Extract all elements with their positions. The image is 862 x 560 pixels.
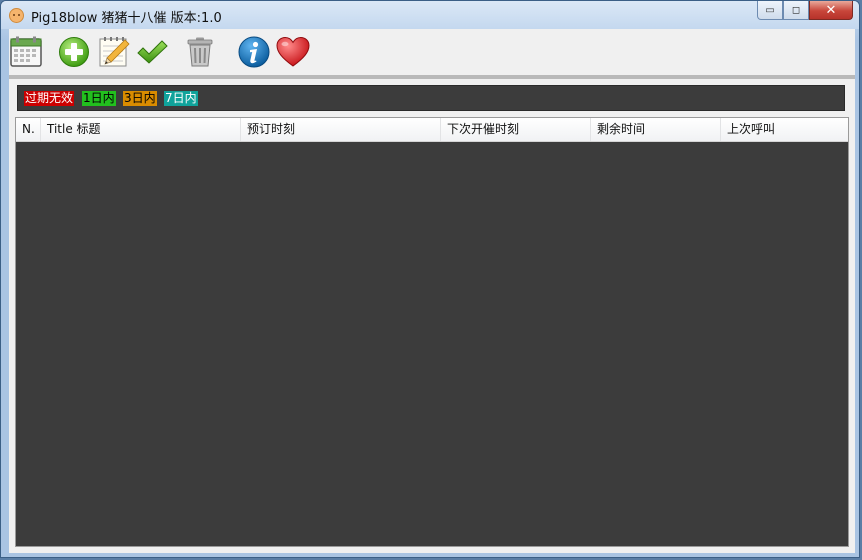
- info-button[interactable]: [237, 35, 271, 69]
- title-bar[interactable]: Pig18blow 猪猪十八催 版本:1.0 ▭ ◻ ✕: [1, 1, 859, 29]
- pencil-notepad-icon: [99, 37, 130, 67]
- checkmark-icon: [137, 40, 168, 64]
- list-header: N. Title 标题 预订时刻 下次开催时刻 剩余时间 上次呼叫: [16, 118, 848, 142]
- delete-button[interactable]: [183, 35, 217, 69]
- close-button[interactable]: ✕: [809, 1, 853, 20]
- done-button[interactable]: [135, 35, 169, 69]
- column-next-remind-time[interactable]: 下次开催时刻: [441, 118, 591, 141]
- status-legend: 过期无效 1日内 3日内 7日内: [17, 85, 845, 111]
- app-window: Pig18blow 猪猪十八催 版本:1.0 ▭ ◻ ✕ 过期无效 1日内 3日…: [0, 0, 860, 558]
- calendar-button[interactable]: [9, 35, 43, 69]
- client-area: 过期无效 1日内 3日内 7日内 N. Title 标题 预订时刻 下次开催时刻…: [9, 29, 855, 553]
- toolbar: [9, 29, 855, 75]
- column-booked-time[interactable]: 预订时刻: [241, 118, 441, 141]
- reminder-list[interactable]: N. Title 标题 预订时刻 下次开催时刻 剩余时间 上次呼叫: [15, 117, 849, 547]
- legend-within-3-days: 3日内: [123, 91, 157, 106]
- legend-within-1-day: 1日内: [82, 91, 116, 106]
- add-button[interactable]: [57, 35, 91, 69]
- column-last-call[interactable]: 上次呼叫: [721, 118, 848, 141]
- trash-icon: [187, 37, 213, 67]
- window-title: Pig18blow 猪猪十八催 版本:1.0: [31, 11, 222, 26]
- window-controls: ▭ ◻ ✕: [757, 1, 853, 20]
- column-title[interactable]: Title 标题: [41, 118, 241, 141]
- heart-icon: [276, 36, 310, 67]
- info-icon: [238, 36, 270, 68]
- calendar-icon: [10, 36, 42, 67]
- maximize-button[interactable]: ◻: [783, 1, 809, 20]
- column-remaining-time[interactable]: 剩余时间: [591, 118, 721, 141]
- column-number[interactable]: N.: [16, 118, 41, 141]
- favorite-button[interactable]: [276, 35, 310, 69]
- minimize-button[interactable]: ▭: [757, 1, 783, 20]
- plus-circle-icon: [59, 37, 89, 67]
- legend-within-7-days: 7日内: [164, 91, 198, 106]
- legend-expired: 过期无效: [24, 91, 75, 106]
- edit-button[interactable]: [97, 35, 131, 69]
- pig-app-icon: [9, 8, 24, 23]
- toolbar-separator: [9, 75, 855, 79]
